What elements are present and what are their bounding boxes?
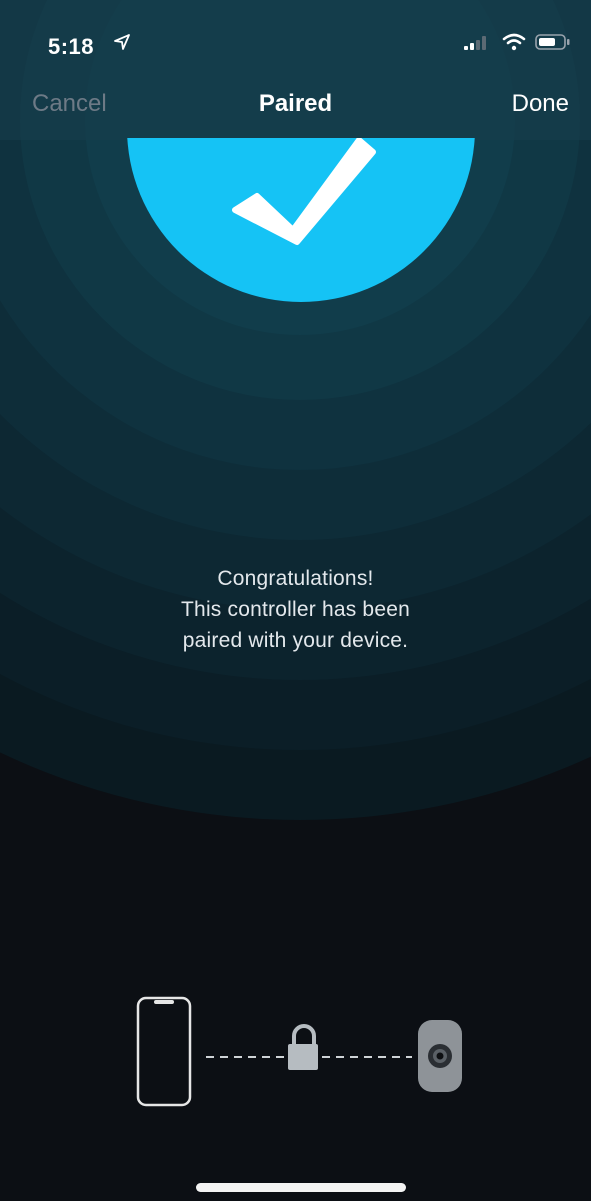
phone-icon (136, 996, 192, 1107)
controller-icon (418, 1020, 462, 1092)
status-bar: 5:18 (0, 0, 591, 80)
message-line-3: paired with your device. (182, 629, 409, 652)
cellular-signal-icon (464, 36, 486, 50)
success-checkmark-badge (127, 138, 475, 302)
pairing-success-screen: 5:18 Cancel Paired Done Congratulations!… (0, 0, 591, 1201)
message-line-2: This controller has been (181, 598, 410, 621)
message-line-1: Congratulations! (217, 567, 374, 590)
home-indicator[interactable] (196, 1183, 406, 1192)
lock-icon (288, 1024, 318, 1070)
done-button[interactable]: Done (512, 90, 569, 118)
cancel-button[interactable]: Cancel (32, 90, 107, 118)
success-message: Congratulations! This controller has bee… (0, 563, 591, 656)
pairing-graphic (136, 996, 462, 1107)
battery-icon (535, 34, 570, 50)
wifi-icon (502, 33, 526, 51)
status-time: 5:18 (48, 34, 95, 59)
location-arrow-icon (114, 34, 130, 50)
